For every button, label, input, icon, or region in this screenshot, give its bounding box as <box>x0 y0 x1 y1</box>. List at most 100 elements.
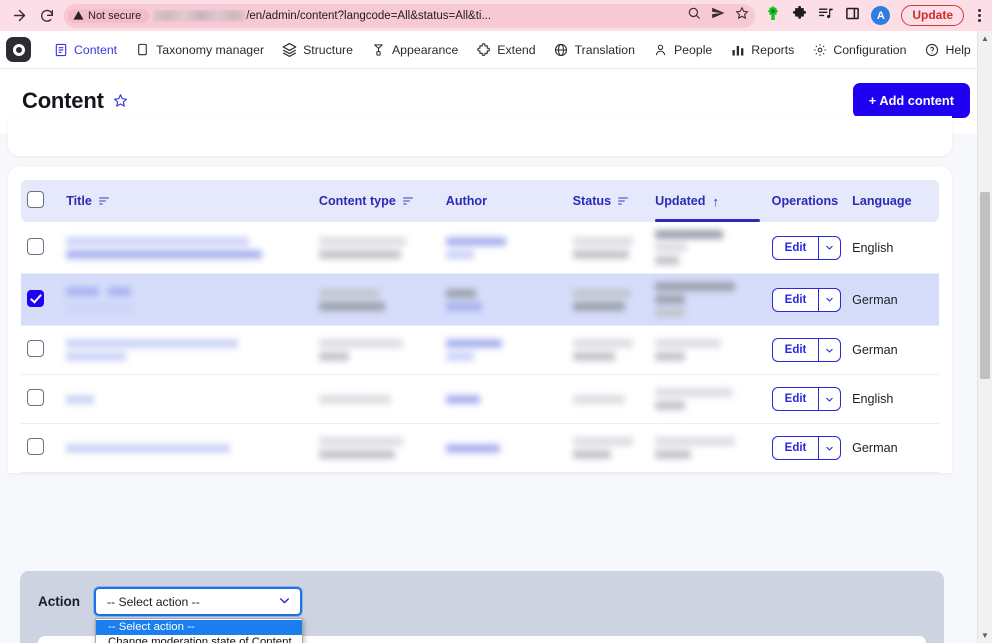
zoom-magnifier-icon[interactable] <box>687 6 701 25</box>
header-author[interactable]: Author <box>439 180 567 222</box>
toolbar-item-content[interactable]: Content <box>44 31 126 69</box>
chevron-down-icon[interactable] <box>818 235 842 260</box>
scroll-down-icon[interactable]: ▼ <box>978 628 992 643</box>
toolbar-item-appearance[interactable]: Appearance <box>362 31 467 69</box>
action-select[interactable]: -- Select action -- <box>94 587 302 616</box>
reading-list-icon[interactable] <box>818 6 834 26</box>
page-scrollbar[interactable]: ▲ ▼ <box>977 31 992 643</box>
row-checkbox[interactable] <box>27 237 44 255</box>
url-text-wrap[interactable]: /en/admin/content?langcode=All&status=Al… <box>153 10 683 22</box>
edit-button[interactable]: Edit <box>771 235 819 260</box>
sort-ascending-icon[interactable]: ↑ <box>713 194 720 209</box>
action-option-select-action[interactable]: -- Select action -- <box>96 620 302 635</box>
cell-author[interactable] <box>439 325 567 375</box>
content-table-card: Title Content type Author Status Updated… <box>8 167 952 473</box>
cell-author[interactable] <box>439 423 567 473</box>
edit-button[interactable]: Edit <box>771 387 819 411</box>
chevron-down-icon[interactable] <box>278 594 291 610</box>
toolbar-item-reports[interactable]: Reports <box>721 31 803 69</box>
header-title[interactable]: Title <box>60 180 313 222</box>
content-table: Title Content type Author Status Updated… <box>21 180 939 473</box>
not-secure-label: Not secure <box>88 9 142 22</box>
drupal-logo[interactable] <box>6 37 31 62</box>
cell-language: English <box>846 222 939 274</box>
toolbar-item-translation[interactable]: Translation <box>545 31 644 69</box>
toolbar-item-taxonomy-manager[interactable]: Taxonomy manager <box>126 31 273 69</box>
not-secure-badge[interactable]: Not secure <box>68 8 150 23</box>
cell-language: German <box>846 325 939 375</box>
row-checkbox[interactable] <box>27 340 44 357</box>
cell-author[interactable] <box>439 374 567 424</box>
address-bar[interactable]: Not secure /en/admin/content?langcode=Al… <box>64 3 756 28</box>
forward-arrow-icon[interactable] <box>8 5 30 27</box>
header-content-type[interactable]: Content type <box>312 180 440 222</box>
paint-icon <box>371 42 386 57</box>
cell-updated <box>649 423 766 473</box>
layers-icon <box>282 42 297 57</box>
sort-icon[interactable] <box>402 197 413 205</box>
browser-menu-icon[interactable] <box>975 9 984 22</box>
cell-author[interactable] <box>439 273 567 326</box>
edit-button[interactable]: Edit <box>771 436 819 460</box>
row-checkbox[interactable] <box>27 289 44 307</box>
table-row[interactable]: Edit English <box>21 222 939 274</box>
action-option-change-moderation-state[interactable]: Change moderation state of Content <box>96 635 302 643</box>
redacted-content-type <box>318 288 434 311</box>
sort-icon[interactable] <box>98 197 109 205</box>
side-panel-icon[interactable] <box>845 6 860 26</box>
table-row[interactable]: Edit German <box>21 423 939 473</box>
cell-title[interactable] <box>60 423 313 473</box>
edit-button[interactable]: Edit <box>771 287 819 312</box>
puzzle-icon <box>476 42 491 57</box>
edit-button[interactable]: Edit <box>771 338 819 362</box>
row-select-cell <box>21 374 61 424</box>
action-select-menu[interactable]: -- Select action -- Change moderation st… <box>95 618 303 643</box>
green-extension-icon[interactable] <box>765 5 781 26</box>
row-checkbox[interactable] <box>27 438 44 455</box>
row-checkbox[interactable] <box>27 389 44 406</box>
header-updated[interactable]: Updated ↑ <box>649 180 766 222</box>
toolbar-item-configuration[interactable]: Configuration <box>803 31 915 69</box>
chevron-down-icon[interactable] <box>818 436 842 460</box>
cell-title[interactable] <box>60 325 313 375</box>
sort-icon[interactable] <box>618 197 629 205</box>
toolbar-item-extend[interactable]: Extend <box>467 31 544 69</box>
cell-author[interactable] <box>439 222 567 274</box>
header-status[interactable]: Status <box>566 180 650 222</box>
toolbar-item-help[interactable]: Help <box>915 31 979 69</box>
chevron-down-icon[interactable] <box>818 387 842 411</box>
star-outline-icon[interactable] <box>113 93 128 108</box>
page-body: Title Content type Author Status Updated… <box>0 116 992 643</box>
table-row[interactable]: Edit English <box>21 374 939 424</box>
cell-title[interactable] <box>60 273 313 326</box>
cell-status <box>566 423 650 473</box>
toolbar-item-structure[interactable]: Structure <box>273 31 362 69</box>
person-icon <box>653 42 668 57</box>
cell-content-type <box>312 374 440 424</box>
redacted-status <box>572 288 644 311</box>
select-all-checkbox[interactable] <box>27 191 44 208</box>
table-row[interactable]: Edit German <box>21 325 939 375</box>
chevron-down-icon[interactable] <box>818 287 842 312</box>
star-bookmark-icon[interactable] <box>735 6 749 25</box>
cell-title[interactable] <box>60 374 313 424</box>
reload-icon[interactable] <box>36 5 58 27</box>
scrollbar-thumb[interactable] <box>980 192 990 379</box>
redacted-title <box>66 394 307 404</box>
puzzle-extensions-icon[interactable] <box>792 5 807 26</box>
cell-title[interactable] <box>60 222 313 274</box>
toolbar-label-content: Content <box>74 42 118 57</box>
chevron-down-icon[interactable] <box>818 338 842 362</box>
avatar[interactable]: A <box>871 6 891 25</box>
table-body: Edit English Edit German Edit German Edi… <box>21 222 939 473</box>
header-language-label: Language <box>852 194 912 208</box>
table-row[interactable]: Edit German <box>21 273 939 326</box>
scroll-up-icon[interactable]: ▲ <box>978 31 992 46</box>
share-icon[interactable] <box>711 6 725 25</box>
update-button[interactable]: Update <box>901 5 964 26</box>
toolbar-item-people[interactable]: People <box>644 31 721 69</box>
toolbar-label-people: People <box>673 42 713 57</box>
operations-group: Edit <box>771 387 842 411</box>
cell-content-type <box>312 325 440 375</box>
add-content-button[interactable]: + Add content <box>852 83 970 118</box>
